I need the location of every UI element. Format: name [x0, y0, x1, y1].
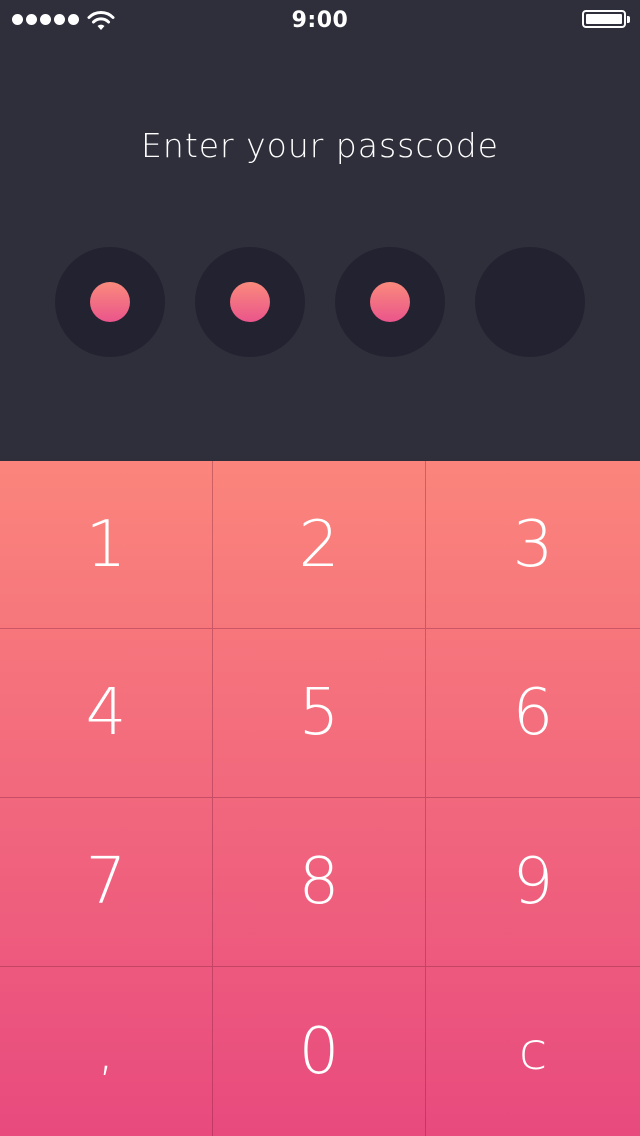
key-8[interactable]: 8 [213, 798, 426, 967]
key-4[interactable]: 4 [0, 629, 213, 798]
passcode-dot-filled [370, 282, 410, 322]
passcode-indicator [55, 247, 585, 357]
key-6[interactable]: 6 [426, 629, 640, 798]
passcode-dot-filled [90, 282, 130, 322]
passcode-slot-3 [335, 247, 445, 357]
passcode-slot-1 [55, 247, 165, 357]
key-comma[interactable]: , [0, 967, 213, 1136]
key-0[interactable]: 0 [213, 967, 426, 1136]
status-bar: 9:00 [0, 0, 640, 40]
key-3[interactable]: 3 [426, 461, 640, 629]
key-clear[interactable]: c [426, 967, 640, 1136]
battery-icon [582, 10, 630, 28]
key-7[interactable]: 7 [0, 798, 213, 967]
numeric-keypad: 1 2 3 4 5 6 7 8 9 , 0 c [0, 461, 640, 1136]
key-9[interactable]: 9 [426, 798, 640, 967]
key-1[interactable]: 1 [0, 461, 213, 629]
passcode-dot-filled [230, 282, 270, 322]
passcode-slot-4-empty [475, 247, 585, 357]
key-2[interactable]: 2 [213, 461, 426, 629]
passcode-prompt: Enter your passcode [141, 126, 499, 165]
key-5[interactable]: 5 [213, 629, 426, 798]
passcode-slot-2 [195, 247, 305, 357]
status-time: 9:00 [291, 8, 349, 33]
